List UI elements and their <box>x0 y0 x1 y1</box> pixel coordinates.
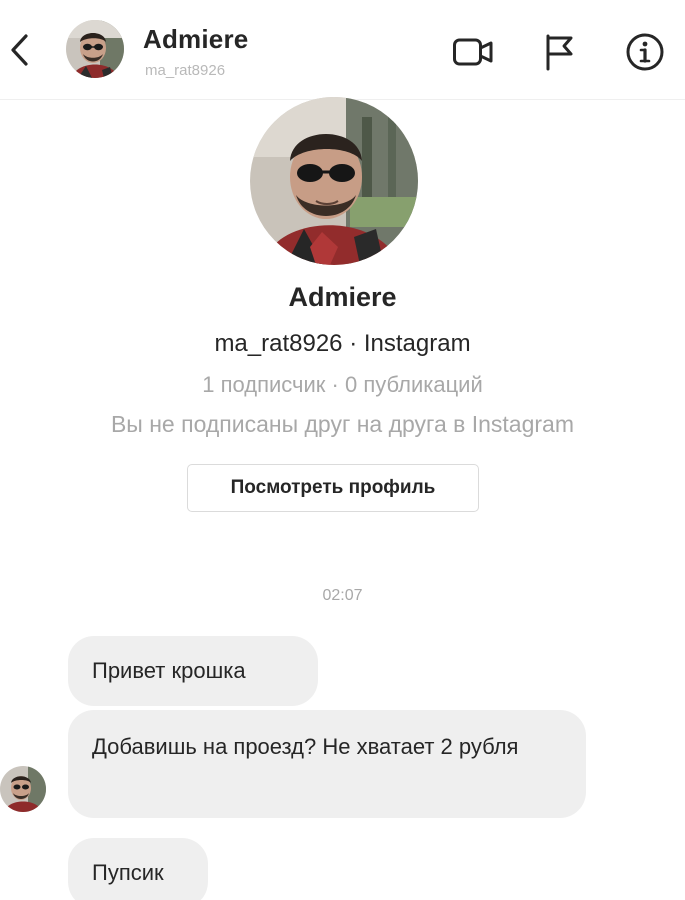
details-button[interactable] <box>623 30 667 74</box>
message-bubble[interactable]: Добавишь на проезд? Не хватает 2 рубля <box>68 710 586 818</box>
profile-name: Admiere <box>288 282 397 312</box>
header-username: ma_rat8926 <box>145 62 226 79</box>
profile-photo-icon <box>250 97 418 265</box>
header-avatar[interactable] <box>66 20 124 78</box>
video-camera-icon <box>453 38 493 66</box>
message-text: Пупсик <box>92 860 164 885</box>
message-timestamp: 02:07 <box>322 587 363 604</box>
chat-header: Admiere ma_rat8926 <box>0 0 685 100</box>
profile-stats: 1 подписчик · 0 публикаций <box>202 372 483 397</box>
info-icon <box>626 33 664 71</box>
report-button[interactable] <box>537 30 581 74</box>
flag-icon <box>546 34 573 71</box>
video-call-button[interactable] <box>451 30 495 74</box>
message-bubble[interactable]: Привет крошка <box>68 636 318 706</box>
sender-photo-icon <box>0 766 46 812</box>
message-bubble[interactable]: Пупсик <box>68 838 208 900</box>
avatar-photo-icon <box>66 20 124 78</box>
profile-avatar[interactable] <box>250 97 418 265</box>
back-button[interactable] <box>4 30 36 70</box>
view-profile-button[interactable]: Посмотреть профиль <box>187 464 479 512</box>
sender-avatar[interactable] <box>0 766 46 812</box>
profile-follow-note: Вы не подписаны друг на друга в Instagra… <box>110 411 575 437</box>
message-text: Добавишь на проезд? Не хватает 2 рубля <box>92 734 519 759</box>
message-text: Привет крошка <box>92 658 246 683</box>
header-name[interactable]: Admiere <box>143 24 248 55</box>
profile-subtitle: ma_rat8926 · Instagram <box>214 330 471 357</box>
direct-message-screen: Admiere ma_rat8926 Admiere ma_rat8926 · … <box>0 0 685 900</box>
back-chevron-icon <box>11 34 28 66</box>
